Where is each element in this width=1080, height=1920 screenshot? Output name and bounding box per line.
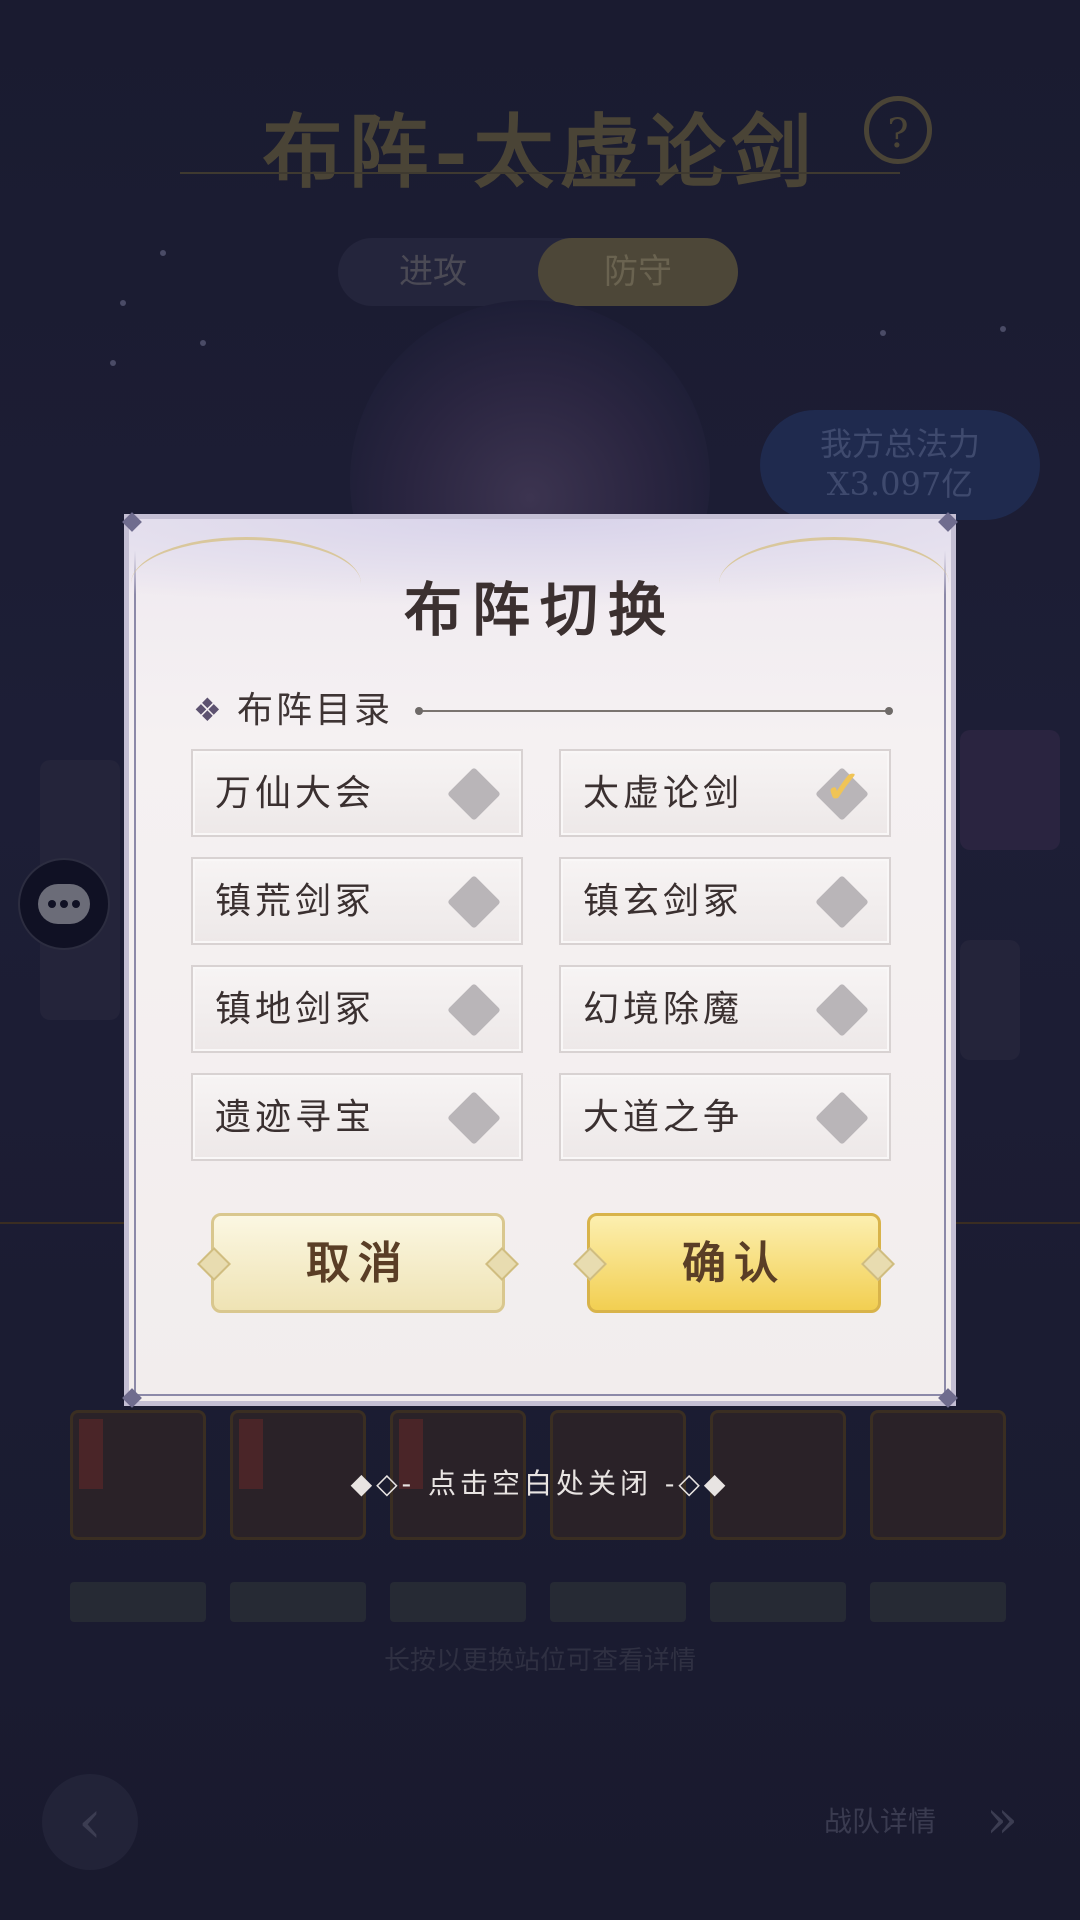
power-badge: 我方总法力 X3.097亿 [760, 410, 1040, 520]
help-icon: ? [864, 96, 932, 164]
formation-option[interactable]: 万仙大会 [191, 749, 523, 837]
power-label: 我方总法力 [819, 425, 980, 463]
power-value: X3.097亿 [826, 465, 974, 503]
formation-option-label: 万仙大会 [215, 773, 376, 814]
background-hint: 长按以更换站位可查看详情 [383, 1646, 696, 1676]
background-title-divider [180, 172, 900, 174]
tab-attack: 进攻 [399, 252, 467, 292]
formation-option[interactable]: 遗迹寻宝 [191, 1073, 523, 1161]
diamond-cluster-icon: ❖ [193, 691, 222, 729]
diamond-checkbox-icon[interactable] [815, 1091, 869, 1145]
formation-option[interactable]: 镇玄剑冢 [559, 857, 891, 945]
formation-option[interactable]: 幻境除魔 [559, 965, 891, 1053]
formation-option-label: 幻境除魔 [583, 989, 744, 1030]
diamond-checkbox-icon[interactable] [447, 767, 501, 821]
formation-option[interactable]: 镇地剑冢 [191, 965, 523, 1053]
dialog-title: 布阵切换 [403, 576, 676, 644]
hero-name-strip [870, 1582, 1006, 1622]
hero-name-strip [70, 1582, 206, 1622]
formation-option[interactable]: 镇荒剑冢 [191, 857, 523, 945]
diamond-checkbox-icon[interactable] [447, 1091, 501, 1145]
formation-switch-dialog: 布阵切换 ❖ 布阵目录 万仙大会 太虚论剑 ✓ 镇荒剑冢 镇玄剑冢 镇地剑冢 幻… [122, 512, 958, 1408]
hero-name-strip [710, 1582, 846, 1622]
diamond-checkbox-icon[interactable]: ✓ [815, 763, 869, 821]
formation-option-grid: 万仙大会 太虚论剑 ✓ 镇荒剑冢 镇玄剑冢 镇地剑冢 幻境除魔 遗迹寻宝 大道之… [191, 749, 891, 1169]
formation-option-selected[interactable]: 太虚论剑 ✓ [559, 749, 891, 837]
background-tabs: 进攻 防守 [338, 238, 738, 306]
tab-defense: 防守 [538, 238, 738, 306]
formation-option-label: 镇玄剑冢 [583, 881, 744, 922]
hero-name-strip [390, 1582, 526, 1622]
diamond-checkbox-icon[interactable] [815, 983, 869, 1037]
diamond-checkbox-icon[interactable] [815, 875, 869, 929]
side-panel-right [960, 730, 1060, 850]
diamond-checkbox-icon[interactable] [447, 875, 501, 929]
confirm-button[interactable]: 确认 [587, 1213, 881, 1313]
formation-option[interactable]: 大道之争 [559, 1073, 891, 1161]
cancel-button[interactable]: 取消 [211, 1213, 505, 1313]
double-chevron-right-icon: » [986, 1790, 1018, 1850]
formation-option-label: 镇地剑冢 [215, 989, 376, 1030]
arrow-left-icon: ‹ [42, 1774, 138, 1870]
side-panel-right-lower [960, 940, 1020, 1060]
section-label: 布阵目录 [237, 690, 394, 731]
checkmark-icon: ✓ [824, 762, 862, 813]
formation-option-label: 大道之争 [583, 1097, 744, 1138]
section-header: ❖ 布阵目录 [193, 689, 893, 733]
formation-option-label: 遗迹寻宝 [215, 1097, 376, 1138]
tap-outside-to-close-hint[interactable]: ◆◇- 点击空白处关闭 -◇◆ [0, 1462, 1080, 1502]
corner-ornament [122, 1388, 142, 1408]
section-divider [415, 707, 893, 715]
hero-name-strip [550, 1582, 686, 1622]
chat-button[interactable] [18, 858, 110, 950]
hero-name-strip [230, 1582, 366, 1622]
more-details-label: 战队详情 [823, 1805, 936, 1838]
chat-bubble-icon [38, 884, 90, 924]
diamond-checkbox-icon[interactable] [447, 983, 501, 1037]
formation-option-label: 镇荒剑冢 [215, 881, 376, 922]
formation-option-label: 太虚论剑 [583, 773, 744, 814]
corner-ornament [938, 1388, 958, 1408]
